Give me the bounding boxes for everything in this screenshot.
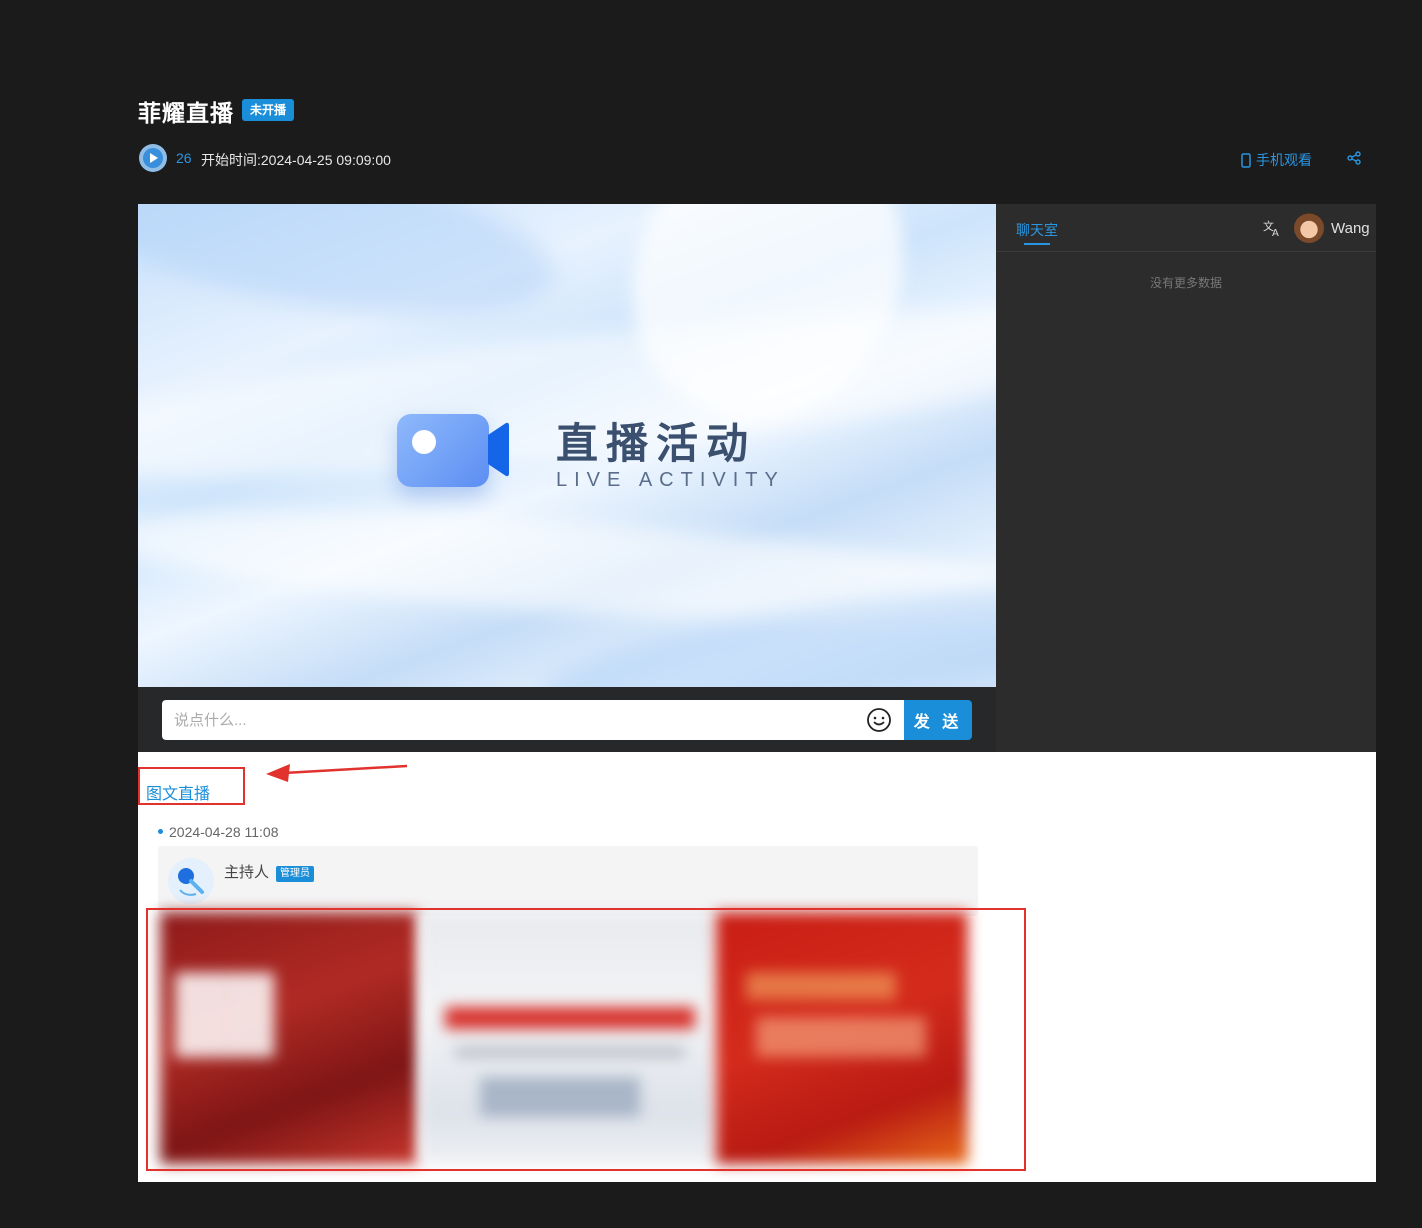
avatar[interactable] <box>1294 213 1324 243</box>
annotation-box-images <box>146 908 1026 1171</box>
live-activity-title: 直播活动 <box>556 420 757 467</box>
chat-divider <box>996 251 1376 252</box>
live-activity-subtitle: LIVE ACTIVITY <box>556 469 785 491</box>
admin-badge: 管理员 <box>276 866 314 882</box>
mobile-view-label: 手机观看 <box>1256 152 1312 168</box>
tab-chatroom[interactable]: 聊天室 <box>1016 220 1058 240</box>
send-button[interactable]: 发 送 <box>904 700 972 740</box>
annotation-arrow-icon <box>262 760 412 786</box>
svg-text:A: A <box>1272 228 1279 238</box>
camera-lens <box>412 430 436 454</box>
no-more-data-text: 没有更多数据 <box>1150 276 1223 290</box>
mobile-view-link[interactable]: 手机观看 <box>1241 150 1312 170</box>
emoji-icon[interactable] <box>866 707 892 733</box>
camera-side <box>486 421 509 478</box>
page-title: 菲耀直播 <box>138 100 234 126</box>
start-time: 开始时间:2024-04-25 09:09:00 <box>201 152 391 168</box>
post-author: 主持人 <box>224 864 270 881</box>
play-icon[interactable] <box>139 144 167 172</box>
post-time: 2024-04-28 11:08 <box>169 824 279 840</box>
microphone-icon <box>168 858 214 904</box>
tab-underline <box>1024 243 1050 245</box>
view-count: 26 <box>176 150 192 166</box>
phone-icon <box>1241 152 1251 168</box>
user-name[interactable]: Wang <box>1331 220 1370 237</box>
status-badge: 未开播 <box>242 99 295 121</box>
annotation-box-title <box>138 767 245 805</box>
comment-input[interactable] <box>162 700 904 740</box>
share-icon[interactable] <box>1346 150 1362 166</box>
translate-icon[interactable]: 文A <box>1262 218 1282 239</box>
video-camera-icon <box>397 414 489 487</box>
timeline-dot <box>158 829 163 834</box>
